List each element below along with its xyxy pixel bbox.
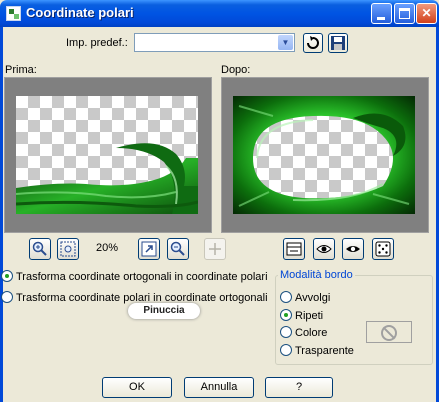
title-bar: Coordinate polari ✕ bbox=[0, 0, 439, 27]
floppy-disk-icon bbox=[331, 36, 345, 50]
zoom-in-button[interactable] bbox=[29, 238, 51, 260]
maximize-icon bbox=[399, 8, 410, 19]
watermark-badge: Pinuccia bbox=[128, 303, 200, 319]
cancel-button[interactable]: Annulla bbox=[184, 377, 254, 398]
ok-button[interactable]: OK bbox=[102, 377, 172, 398]
before-label: Prima: bbox=[5, 64, 37, 76]
zoom-in-icon bbox=[32, 241, 47, 256]
colore-label: Colore bbox=[295, 327, 328, 339]
radio-rect-to-polar[interactable]: Trasforma coordinate ortogonali in coord… bbox=[1, 270, 268, 283]
minimize-button[interactable] bbox=[371, 3, 392, 24]
eye-button-1[interactable] bbox=[313, 238, 335, 260]
trasparente-label: Trasparente bbox=[295, 345, 354, 357]
minimize-icon bbox=[377, 17, 385, 20]
after-label: Dopo: bbox=[221, 64, 251, 76]
after-preview-image[interactable] bbox=[233, 96, 415, 214]
randomize-dice-icon bbox=[375, 241, 391, 257]
ripeti-label: Ripeti bbox=[295, 310, 324, 322]
reset-preset-button[interactable] bbox=[303, 33, 323, 53]
pan-button[interactable] bbox=[204, 238, 226, 260]
radio-colore[interactable]: Colore bbox=[280, 326, 327, 339]
proof-window-icon bbox=[286, 242, 302, 256]
radio-button-selected[interactable] bbox=[280, 309, 292, 321]
preset-dropdown[interactable]: ▼ bbox=[134, 33, 295, 52]
zoom-out-icon bbox=[170, 241, 185, 256]
zoom-percent: 20% bbox=[96, 242, 119, 254]
pan-icon bbox=[209, 243, 221, 255]
zoom-out-button[interactable] bbox=[167, 238, 189, 260]
window-title: Coordinate polari bbox=[26, 5, 134, 20]
zoom-100-button[interactable] bbox=[138, 238, 160, 260]
radio-ripeti[interactable]: Ripeti bbox=[280, 309, 323, 322]
close-icon: ✕ bbox=[421, 6, 432, 20]
before-preview-image[interactable] bbox=[16, 96, 198, 214]
preset-label: Imp. predef.: bbox=[66, 37, 128, 49]
edge-color-swatch[interactable] bbox=[366, 321, 412, 343]
close-button[interactable]: ✕ bbox=[416, 3, 437, 24]
radio-button-selected[interactable] bbox=[1, 270, 13, 282]
zoom-fit-button[interactable] bbox=[57, 238, 79, 260]
radio-button[interactable] bbox=[280, 291, 292, 303]
maximize-button[interactable] bbox=[394, 3, 415, 24]
avvolgi-label: Avvolgi bbox=[295, 292, 331, 304]
radio-button[interactable] bbox=[280, 344, 292, 356]
eye-1-icon bbox=[316, 245, 332, 253]
proof-window-button[interactable] bbox=[283, 238, 305, 260]
rect-to-polar-label: Trasforma coordinate ortogonali in coord… bbox=[16, 271, 268, 283]
zoom-100-icon bbox=[141, 241, 157, 257]
eye-button-2[interactable] bbox=[342, 238, 364, 260]
help-button[interactable]: ? bbox=[265, 377, 333, 398]
radio-button[interactable] bbox=[1, 291, 13, 303]
after-preview-panel[interactable] bbox=[221, 77, 429, 233]
randomize-button[interactable] bbox=[372, 238, 394, 260]
window-frame-left bbox=[0, 27, 3, 402]
no-color-icon bbox=[381, 325, 397, 341]
before-preview-panel[interactable] bbox=[4, 77, 212, 233]
radio-avvolgi[interactable]: Avvolgi bbox=[280, 291, 330, 304]
zoom-fit-icon bbox=[60, 241, 76, 257]
chevron-down-icon[interactable]: ▼ bbox=[278, 35, 293, 50]
radio-button[interactable] bbox=[280, 326, 292, 338]
radio-trasparente[interactable]: Trasparente bbox=[280, 344, 354, 357]
edge-mode-title: Modalità bordo bbox=[278, 269, 355, 281]
app-icon bbox=[6, 6, 21, 21]
save-preset-button[interactable] bbox=[328, 33, 348, 53]
eye-2-icon bbox=[346, 246, 360, 252]
reset-icon bbox=[307, 36, 319, 49]
